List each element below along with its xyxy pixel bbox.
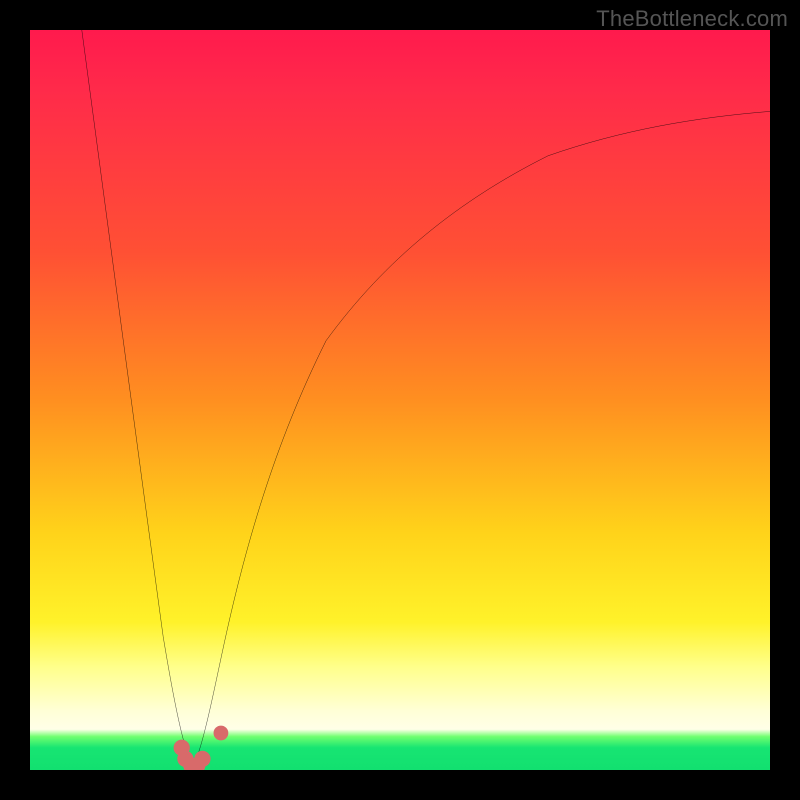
plot-area bbox=[30, 30, 770, 770]
highlight-markers bbox=[30, 30, 770, 770]
watermark-text: TheBottleneck.com bbox=[596, 6, 788, 32]
marker-dot bbox=[214, 726, 229, 741]
outer-frame: TheBottleneck.com bbox=[0, 0, 800, 800]
marker-dot bbox=[194, 751, 210, 767]
